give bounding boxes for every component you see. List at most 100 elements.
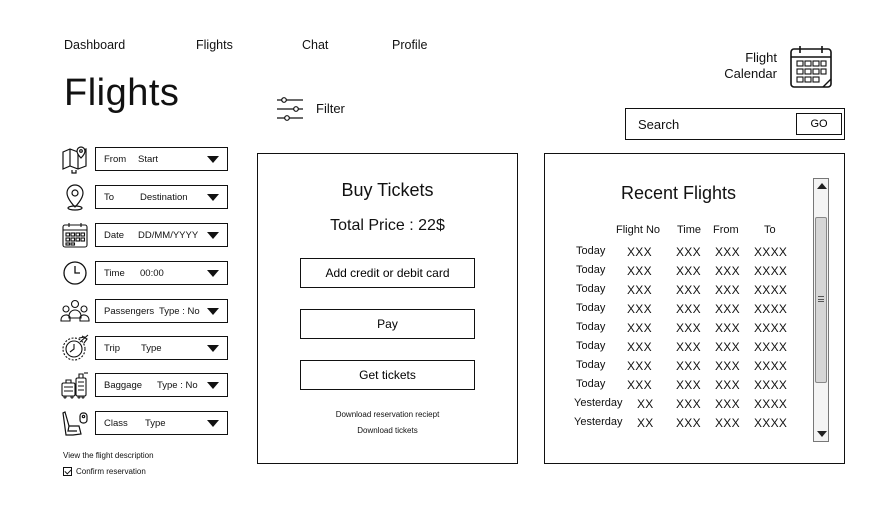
pay-button[interactable]: Pay bbox=[300, 309, 475, 339]
cell-flight-no: XXX bbox=[627, 359, 652, 373]
add-card-button[interactable]: Add credit or debit card bbox=[300, 258, 475, 288]
nav-dashboard[interactable]: Dashboard bbox=[64, 38, 125, 52]
cell-to: XXXX bbox=[754, 397, 788, 411]
cell-day: Today bbox=[576, 302, 606, 314]
cell-flight-no: XXX bbox=[627, 245, 652, 259]
field-label: Date bbox=[104, 230, 125, 241]
cell-flight-no: XXX bbox=[627, 264, 652, 278]
flight-calendar-label[interactable]: Flight Calendar bbox=[700, 50, 777, 82]
scroll-up-arrow-icon[interactable] bbox=[817, 183, 827, 189]
get-tickets-button[interactable]: Get tickets bbox=[300, 360, 475, 390]
baggage-select[interactable]: Baggage Type : No bbox=[95, 373, 228, 397]
date-select[interactable]: Date DD/MM/YYYY bbox=[95, 223, 228, 247]
cell-from: XXX bbox=[715, 245, 740, 259]
confirm-reservation-label: Confirm reservation bbox=[76, 467, 146, 476]
chevron-down-icon[interactable] bbox=[207, 420, 219, 427]
recent-flights-panel: Recent Flights Flight No Time From To To… bbox=[544, 153, 845, 464]
field-value: Type : No bbox=[159, 306, 200, 317]
cell-time: XXX bbox=[676, 359, 701, 373]
calendar-icon bbox=[60, 220, 90, 250]
flight-calendar-label-line2: Calendar bbox=[724, 66, 777, 81]
field-label: Class bbox=[104, 418, 128, 429]
cell-to: XXXX bbox=[754, 359, 788, 373]
scrollbar[interactable] bbox=[813, 178, 829, 442]
cell-day: Yesterday bbox=[574, 397, 623, 409]
cell-day: Today bbox=[576, 359, 606, 371]
luggage-icon bbox=[60, 370, 90, 400]
location-pin-icon bbox=[60, 182, 90, 212]
cell-flight-no: XXX bbox=[627, 378, 652, 392]
time-select[interactable]: Time 00:00 bbox=[95, 261, 228, 285]
chevron-down-icon[interactable] bbox=[207, 270, 219, 277]
cell-to: XXXX bbox=[754, 416, 788, 430]
to-select[interactable]: To Destination bbox=[95, 185, 228, 209]
field-value: 00:00 bbox=[140, 268, 164, 279]
cell-day: Today bbox=[576, 340, 606, 352]
flight-calendar-label-line1: Flight bbox=[745, 50, 777, 65]
trip-select[interactable]: Trip Type bbox=[95, 336, 228, 360]
cell-from: XXX bbox=[715, 359, 740, 373]
cell-day: Today bbox=[576, 264, 606, 276]
column-header-to: To bbox=[764, 224, 776, 236]
cell-time: XXX bbox=[676, 397, 701, 411]
from-select[interactable]: From Start bbox=[95, 147, 228, 171]
field-value: DD/MM/YYYY bbox=[138, 230, 199, 241]
filter-button[interactable]: Filter bbox=[316, 101, 345, 116]
cell-time: XXX bbox=[676, 302, 701, 316]
cell-to: XXXX bbox=[754, 245, 788, 259]
field-value: Start bbox=[138, 154, 159, 165]
field-value: Type bbox=[141, 343, 162, 354]
cell-from: XXX bbox=[715, 397, 740, 411]
download-receipt-link[interactable]: Download reservation reciept bbox=[258, 410, 517, 419]
download-tickets-link[interactable]: Download tickets bbox=[258, 426, 517, 435]
field-label: Time bbox=[104, 268, 125, 279]
map-pin-icon bbox=[60, 144, 90, 174]
cell-time: XXX bbox=[676, 245, 701, 259]
column-header-time: Time bbox=[677, 224, 702, 236]
nav-flights[interactable]: Flights bbox=[196, 38, 233, 52]
cell-time: XXX bbox=[676, 416, 701, 430]
chevron-down-icon[interactable] bbox=[207, 156, 219, 163]
cell-from: XXX bbox=[715, 302, 740, 316]
chevron-down-icon[interactable] bbox=[207, 232, 219, 239]
calendar-icon[interactable] bbox=[789, 43, 833, 89]
column-header-flight-no: Flight No bbox=[616, 224, 661, 236]
buy-tickets-title: Buy Tickets bbox=[341, 180, 434, 200]
field-label: Passengers bbox=[104, 306, 155, 317]
passengers-select[interactable]: Passengers Type : No bbox=[95, 299, 228, 323]
nav-chat[interactable]: Chat bbox=[302, 38, 328, 52]
cell-time: XXX bbox=[676, 378, 701, 392]
search-input[interactable] bbox=[638, 114, 788, 134]
search-box: GO bbox=[625, 108, 845, 140]
cell-time: XXX bbox=[676, 340, 701, 354]
cell-to: XXXX bbox=[754, 283, 788, 297]
cell-to: XXXX bbox=[754, 340, 788, 354]
class-select[interactable]: Class Type bbox=[95, 411, 228, 435]
scroll-down-arrow-icon[interactable] bbox=[817, 431, 827, 437]
total-price: Total Price : 22$ bbox=[330, 217, 445, 234]
cell-from: XXX bbox=[715, 340, 740, 354]
chevron-down-icon[interactable] bbox=[207, 382, 219, 389]
field-value: Type bbox=[145, 418, 166, 429]
chevron-down-icon[interactable] bbox=[207, 194, 219, 201]
cell-flight-no: XXX bbox=[627, 283, 652, 297]
flight-description-link[interactable]: View the flight description bbox=[63, 451, 154, 460]
sliders-icon[interactable] bbox=[276, 96, 304, 122]
field-label: Trip bbox=[104, 343, 121, 354]
field-value: Destination bbox=[140, 192, 188, 203]
confirm-reservation[interactable]: Confirm reservation bbox=[63, 467, 146, 476]
scroll-thumb[interactable] bbox=[815, 217, 827, 383]
cell-day: Yesterday bbox=[574, 416, 623, 428]
chevron-down-icon[interactable] bbox=[207, 308, 219, 315]
nav-profile[interactable]: Profile bbox=[392, 38, 427, 52]
cell-day: Today bbox=[576, 378, 606, 390]
chevron-down-icon[interactable] bbox=[207, 345, 219, 352]
go-button[interactable]: GO bbox=[796, 113, 842, 135]
confirm-checkbox[interactable] bbox=[63, 467, 72, 476]
field-label: From bbox=[104, 154, 127, 165]
page-title: Flights bbox=[64, 72, 180, 114]
recent-flights-title: Recent Flights bbox=[621, 183, 737, 203]
cell-from: XXX bbox=[715, 416, 740, 430]
cell-from: XXX bbox=[715, 264, 740, 278]
cell-flight-no: XX bbox=[637, 397, 654, 411]
